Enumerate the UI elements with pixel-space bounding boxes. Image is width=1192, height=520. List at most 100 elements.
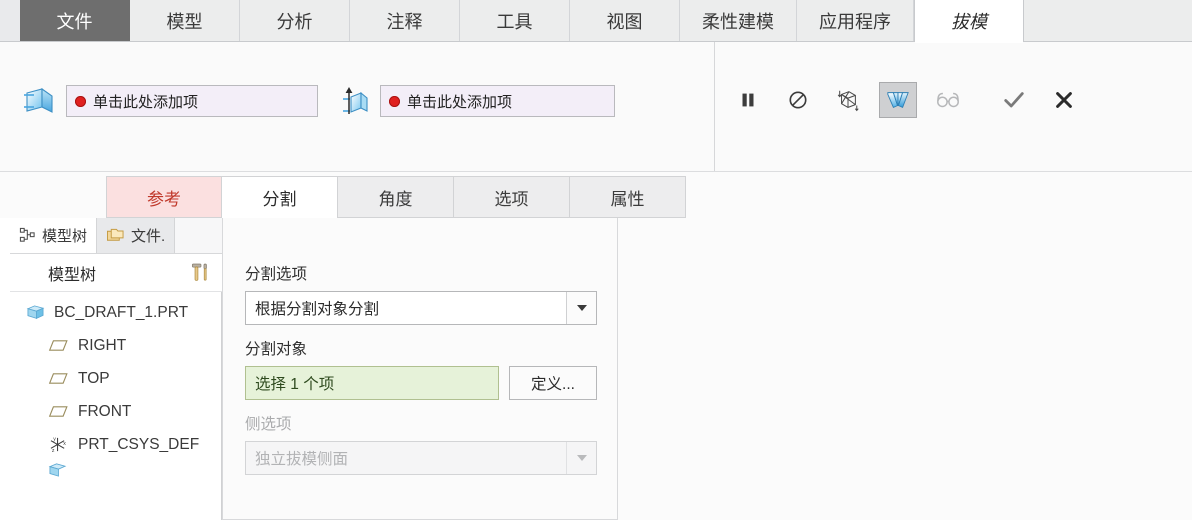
ribbon-tab-flexible-modeling[interactable]: 柔性建模 [680, 0, 797, 42]
split-option-dropdown[interactable]: 根据分割对象分割 [245, 291, 597, 325]
ribbon-tab-view[interactable]: 视图 [570, 0, 680, 42]
folder-icon [106, 227, 125, 244]
wireframe-button[interactable] [829, 82, 867, 118]
ribbon-tab-label: 视图 [606, 12, 643, 32]
draft-surface-field-value: 单击此处添加项 [93, 93, 199, 111]
chevron-down-icon[interactable] [566, 292, 596, 324]
csys-icon: y z x [48, 436, 69, 453]
pause-button[interactable] [729, 82, 767, 118]
split-object-group: 分割对象 选择 1 个项 定义... [245, 337, 597, 400]
draft-surface-field[interactable]: 单击此处添加项 [66, 85, 318, 117]
ribbon-tab-label: 柔性建模 [702, 12, 774, 32]
draft-surface-icon [22, 86, 56, 116]
tree-item-label: PRT_CSYS_DEF [78, 435, 200, 453]
ribbon-tab-label: 模型 [166, 12, 203, 32]
navigator-header: 模型树 [10, 254, 222, 292]
navigator-pane: 模型树 文件. 模型树 BC_DRAFT_1.PRT RIGHT TOP FRO… [0, 218, 222, 520]
wireframe-icon [836, 88, 860, 112]
navigator-title: 模型树 [48, 266, 97, 284]
split-options-panel: 分割选项 根据分割对象分割 分割对象 选择 1 个项 定义... 侧选项 独立拔… [222, 218, 618, 520]
sub-tab-references[interactable]: 参考 [106, 176, 222, 218]
datum-plane-icon [48, 405, 69, 418]
feature-icon [48, 461, 67, 477]
no-entry-icon [787, 89, 809, 111]
sub-tab-angle[interactable]: 角度 [338, 176, 454, 218]
model-tree-icon [19, 227, 36, 244]
tree-item-label: TOP [78, 369, 110, 387]
sub-tab-properties[interactable]: 属性 [570, 176, 686, 218]
cancel-button[interactable] [1045, 82, 1083, 118]
ribbon-tab-label: 应用程序 [819, 12, 891, 32]
side-option-value: 独立拔模侧面 [255, 451, 349, 468]
part-icon [26, 304, 45, 321]
navigator-tab-label: 模型树 [42, 228, 88, 245]
ribbon-tab-tools[interactable]: 工具 [460, 0, 570, 42]
tree-item-part[interactable]: BC_DRAFT_1.PRT [10, 296, 222, 329]
sub-tab-split[interactable]: 分割 [222, 176, 338, 218]
tree-item-csys[interactable]: y z x PRT_CSYS_DEF [10, 428, 222, 461]
split-option-group: 分割选项 根据分割对象分割 [245, 262, 597, 325]
svg-text:x: x [63, 441, 66, 447]
draft-reference-row: 单击此处添加项 单击此处添加项 [22, 84, 615, 118]
checkmark-icon [1002, 88, 1026, 112]
glasses-icon [935, 90, 961, 110]
tree-item-front[interactable]: FRONT [10, 395, 222, 428]
required-status-icon [75, 95, 86, 107]
application-window: 文件 模型 分析 注释 工具 视图 柔性建模 应用程序 拔模 单击此处添加项 单… [0, 0, 1192, 520]
tools-settings-icon[interactable] [189, 261, 212, 284]
ribbon-tab-draft[interactable]: 拔模 [914, 0, 1024, 43]
define-button[interactable]: 定义... [509, 366, 597, 400]
glasses-button[interactable] [929, 82, 967, 118]
ribbon-tab-label: 拔模 [951, 12, 987, 32]
navigator-tab-model-tree[interactable]: 模型树 [10, 218, 97, 253]
split-option-value: 根据分割对象分割 [255, 301, 380, 318]
tree-item-label: RIGHT [78, 336, 127, 354]
draft-preview-icon [885, 88, 911, 112]
define-button-label: 定义... [531, 376, 575, 393]
tree-item-right[interactable]: RIGHT [10, 329, 222, 362]
ribbon-tab-annotate[interactable]: 注释 [350, 0, 460, 42]
tree-item-top[interactable]: TOP [10, 362, 222, 395]
ribbon-tab-label: 分析 [276, 12, 313, 32]
tree-item-partial[interactable] [10, 461, 222, 477]
ribbon-tab-label: 工具 [496, 12, 533, 32]
chevron-down-icon [566, 442, 596, 474]
side-option-group: 侧选项 独立拔模侧面 [245, 412, 597, 475]
ribbon-tab-analysis[interactable]: 分析 [240, 0, 350, 42]
navigator-tab-folders[interactable]: 文件. [96, 218, 176, 253]
draft-hinge-icon [340, 84, 370, 118]
draft-hinge-field-value: 单击此处添加项 [407, 93, 513, 111]
no-entry-button[interactable] [779, 82, 817, 118]
split-option-label: 分割选项 [245, 266, 308, 283]
ribbon-tab-label: 注释 [386, 12, 423, 32]
split-object-value: 选择 1 个项 [255, 376, 335, 393]
side-option-label: 侧选项 [245, 416, 292, 433]
ribbon-tab-label: 文件 [56, 12, 93, 32]
draft-sub-tab-bar: 参考 分割 角度 选项 属性 [106, 176, 686, 218]
sub-tab-label: 属性 [610, 189, 645, 209]
sub-tab-label: 参考 [147, 189, 181, 209]
sub-tab-label: 分割 [262, 189, 297, 209]
ribbon-tab-file[interactable]: 文件 [20, 0, 130, 42]
required-status-icon [389, 95, 400, 107]
dashboard-tool-strip [729, 82, 1083, 118]
ribbon-tab-applications[interactable]: 应用程序 [797, 0, 914, 42]
draft-command-bar: 单击此处添加项 单击此处添加项 [0, 42, 1192, 172]
sub-tab-options[interactable]: 选项 [454, 176, 570, 218]
tree-item-label: FRONT [78, 402, 132, 420]
split-object-selection-field[interactable]: 选择 1 个项 [245, 366, 499, 400]
confirm-button[interactable] [995, 82, 1033, 118]
ribbon-tab-empty-area [1024, 0, 1192, 42]
split-object-label: 分割对象 [245, 341, 308, 358]
side-option-dropdown: 独立拔模侧面 [245, 441, 597, 475]
tree-item-label: BC_DRAFT_1.PRT [54, 303, 189, 321]
pause-icon [737, 89, 759, 111]
datum-plane-icon [48, 339, 69, 352]
ribbon-tab-model[interactable]: 模型 [130, 0, 240, 42]
draft-dashboard-controls [714, 42, 1192, 172]
draft-preview-button[interactable] [879, 82, 917, 118]
ribbon-tab-bar: 文件 模型 分析 注释 工具 视图 柔性建模 应用程序 拔模 [0, 0, 1192, 43]
draft-hinge-field[interactable]: 单击此处添加项 [380, 85, 615, 117]
sub-tab-label: 角度 [378, 189, 413, 209]
sub-tab-label: 选项 [494, 189, 529, 209]
